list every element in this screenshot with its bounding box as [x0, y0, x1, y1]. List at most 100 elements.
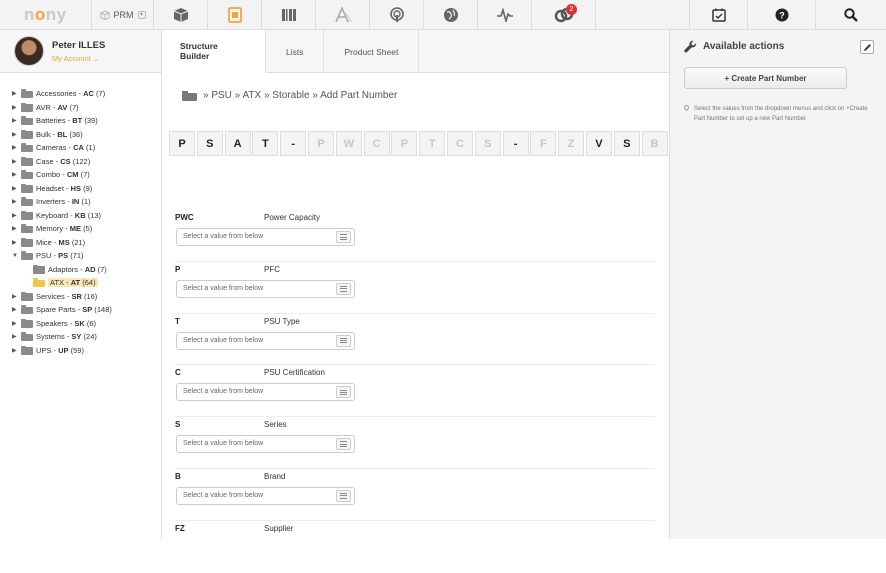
tree-item-avr[interactable]: ▶ AVR - AV (7) — [12, 101, 161, 115]
tree-item-spare-parts[interactable]: ▶ Spare Parts - SP (148) — [12, 303, 161, 317]
expand-arrow-icon[interactable]: ▶ — [12, 320, 20, 327]
tree-item-speakers[interactable]: ▶ Speakers - SK (6) — [12, 317, 161, 331]
expand-arrow-icon[interactable]: ▶ — [12, 225, 20, 232]
expand-arrow-icon[interactable]: ▶ — [12, 158, 20, 165]
tree-item-label: ATX - AT (64) — [48, 278, 98, 288]
list-icon[interactable] — [336, 282, 351, 295]
psu-certification-select[interactable]: Select a value from below — [176, 383, 355, 402]
tree-item-batteries[interactable]: ▶ Batteries - BT (39) — [12, 114, 161, 128]
expand-arrow-icon[interactable]: ▶ — [12, 104, 20, 111]
expand-arrow-icon[interactable]: ▶ — [12, 239, 20, 246]
tree-item-memory[interactable]: ▶ Memory - ME (5) — [12, 222, 161, 236]
folder-icon — [33, 264, 45, 274]
tree-item-combo[interactable]: ▶ Combo - CM (7) — [12, 168, 161, 182]
document-icon — [227, 7, 242, 23]
nav-global[interactable] — [424, 0, 478, 30]
field-label: PSU Certification — [264, 368, 325, 378]
globe-icon — [443, 8, 458, 22]
svg-text:?: ? — [779, 11, 785, 21]
nav-barcode[interactable] — [262, 0, 316, 30]
expand-arrow-icon[interactable]: ▶ — [12, 131, 20, 138]
avatar[interactable] — [14, 36, 44, 66]
nav-typography[interactable] — [316, 0, 370, 30]
nav-notifications[interactable]: 2 — [532, 0, 596, 30]
tree-item-bulk[interactable]: ▶ Bulk - BL (36) — [12, 128, 161, 142]
tree-item-systems[interactable]: ▶ Systems - SY (24) — [12, 330, 161, 344]
tree-item-psu[interactable]: ▼ PSU - PS (71) — [12, 249, 161, 263]
list-icon[interactable] — [336, 231, 351, 243]
nav-search[interactable] — [816, 0, 886, 30]
tree-item-atx[interactable]: ATX - AT (64) — [12, 276, 161, 290]
psu-type-select[interactable]: Select a value from below — [176, 331, 355, 350]
category-tree: ▶ Accessories - AC (7) ▶ AVR - AV (7) ▶ Bat… — [0, 73, 161, 357]
tree-item-label: Services - SR (16) — [36, 291, 98, 301]
nav-help[interactable]: ? — [748, 0, 816, 30]
tree-item-label: Systems - SY (24) — [36, 332, 97, 342]
list-icon[interactable] — [336, 489, 351, 502]
chevron-down-icon: ▾ — [137, 11, 146, 19]
code-char: S — [613, 131, 640, 156]
prm-menu-button[interactable]: PRM ▾ — [92, 0, 154, 30]
expand-arrow-icon[interactable]: ▶ — [12, 117, 20, 124]
create-part-number-button[interactable]: + Create Part Number — [684, 67, 847, 89]
my-account-link[interactable]: My Account ⌄ — [52, 54, 105, 63]
expand-arrow-icon[interactable]: ▶ — [12, 333, 20, 340]
folder-icon — [21, 89, 33, 99]
expand-arrow-icon[interactable]: ▶ — [12, 212, 20, 219]
expand-arrow-icon[interactable]: ▶ — [12, 171, 20, 178]
folder-icon — [182, 90, 197, 101]
field-code: B — [175, 471, 181, 481]
expand-arrow-icon[interactable]: ▶ — [12, 306, 20, 313]
breadcrumb-text[interactable]: » PSU » ATX » Storable » Add Part Number — [203, 90, 397, 101]
tree-item-adaptors[interactable]: Adaptors - AD (7) — [12, 263, 161, 277]
expand-arrow-icon[interactable]: ▶ — [12, 185, 20, 192]
collapse-arrow-icon[interactable]: ▼ — [12, 253, 20, 259]
tree-item-headset[interactable]: ▶ Headset - HS (9) — [12, 182, 161, 196]
list-icon[interactable] — [336, 438, 351, 451]
edit-button[interactable] — [860, 40, 874, 54]
field-label: Power Capacity — [264, 213, 321, 222]
tab-product-sheet[interactable]: Product Sheet — [324, 30, 420, 73]
power-capacity-select[interactable]: Select a value from below — [176, 228, 355, 246]
field-code: C — [175, 368, 181, 378]
nav-broadcast[interactable] — [370, 0, 424, 30]
tab-lists[interactable]: Lists — [266, 30, 325, 73]
select-placeholder: Select a value from below — [183, 388, 264, 396]
tree-item-cameras[interactable]: ▶ Cameras - CA (1) — [12, 141, 161, 155]
tree-item-inverters[interactable]: ▶ Inverters - IN (1) — [12, 195, 161, 209]
folder-icon — [21, 224, 33, 234]
available-actions-header: Available actions — [684, 40, 784, 53]
tree-item-accessories[interactable]: ▶ Accessories - AC (7) — [12, 87, 161, 101]
tree-item-label: Inverters - IN (1) — [36, 197, 91, 207]
logo-text: n — [45, 5, 57, 24]
nav-activity[interactable] — [478, 0, 532, 30]
expand-arrow-icon[interactable]: ▶ — [12, 198, 20, 205]
tree-item-label: Batteries - BT (39) — [36, 116, 98, 126]
expand-arrow-icon[interactable]: ▶ — [12, 90, 20, 97]
tree-item-mice[interactable]: ▶ Mice - MS (21) — [12, 236, 161, 250]
nav-calendar[interactable] — [690, 0, 748, 30]
pfc-select[interactable]: Select a value from below — [176, 279, 355, 298]
part-number-code: P S A T - P W C P T C S - F Z V S B — [169, 131, 669, 156]
tree-item-case[interactable]: ▶ Case - CS (122) — [12, 155, 161, 169]
brand-select[interactable]: Select a value from below — [176, 486, 355, 505]
tree-item-ups[interactable]: ▶ UPS - UP (59) — [12, 344, 161, 358]
expand-arrow-icon[interactable]: ▶ — [12, 347, 20, 354]
series-select[interactable]: Select a value from below — [176, 435, 355, 454]
folder-icon — [21, 116, 33, 126]
expand-arrow-icon[interactable]: ▶ — [12, 144, 20, 151]
tree-item-keyboard[interactable]: ▶ Keyboard - KB (13) — [12, 209, 161, 223]
nav-products[interactable] — [154, 0, 208, 30]
folder-icon — [21, 291, 33, 301]
list-icon[interactable] — [336, 386, 351, 399]
logo[interactable]: nony — [0, 0, 92, 30]
folder-icon — [21, 102, 33, 112]
expand-arrow-icon[interactable]: ▶ — [12, 293, 20, 300]
tree-item-services[interactable]: ▶ Services - SR (16) — [12, 290, 161, 304]
code-char: S — [196, 131, 223, 156]
list-icon[interactable] — [336, 334, 351, 347]
tab-structure-builder[interactable]: Structure Builder — [162, 30, 266, 73]
nav-structure[interactable] — [208, 0, 262, 30]
field-psu-certification: C PSU Certification Select a value from … — [175, 365, 655, 418]
field-brand: B Brand Select a value from below — [175, 469, 655, 521]
